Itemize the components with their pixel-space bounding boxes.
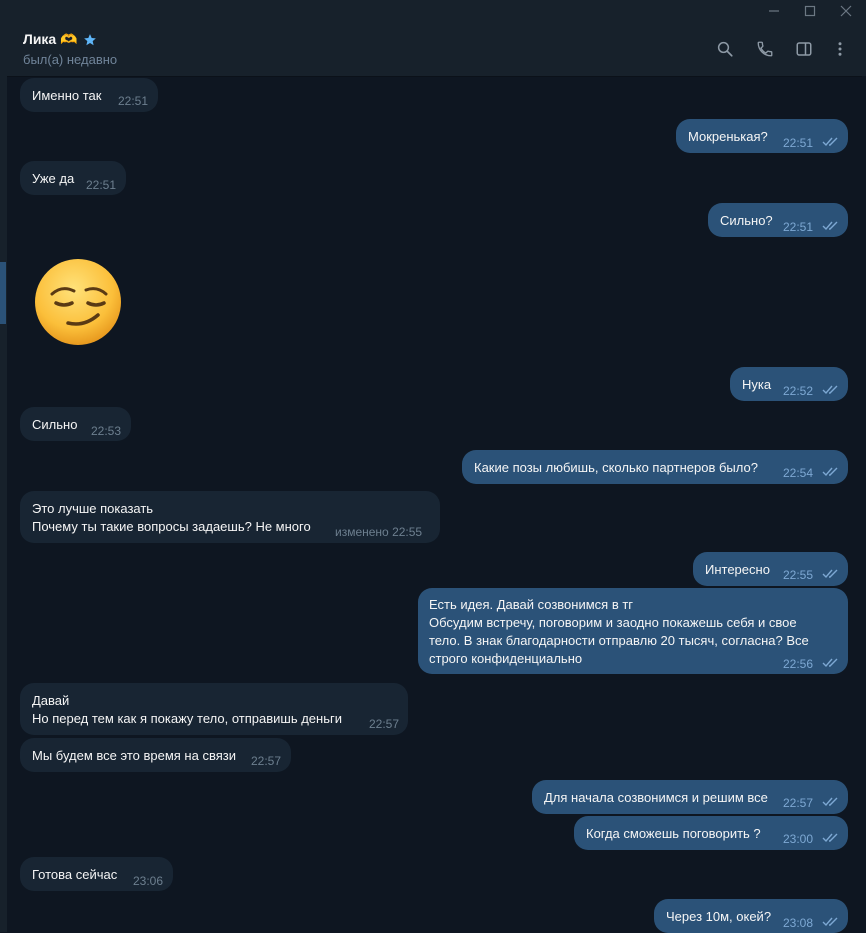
more-vert-icon	[838, 42, 842, 56]
chat-header: Лика 🫶 был(а) недавно	[7, 22, 866, 77]
message-text: Нука	[742, 377, 772, 392]
message-time: 22:57	[783, 796, 814, 810]
contact-status: был(а) недавно	[23, 52, 118, 67]
message-text: Какие позы любишь, сколько партнеров был…	[474, 460, 758, 475]
message-outgoing[interactable]: Когда сможешь поговорить ? 23:00	[574, 816, 848, 850]
message-outgoing[interactable]: Через 10м, окей? 23:08	[654, 899, 848, 933]
read-checkmarks-icon	[822, 569, 838, 579]
message-time: 23:06	[133, 874, 164, 888]
message-incoming[interactable]: Давай Но перед тем как я покажу тело, от…	[20, 683, 408, 735]
message-time: 22:56	[783, 657, 814, 671]
message-text: Мы будем все это время на связи	[32, 748, 236, 763]
close-icon	[840, 5, 852, 17]
message-outgoing[interactable]: Есть идея. Давай созвонимся в тг Обсудим…	[418, 588, 848, 674]
chat-scrollbar[interactable]	[862, 76, 866, 932]
message-text: Сильно?	[720, 213, 773, 228]
search-button[interactable]	[714, 38, 736, 60]
search-icon	[717, 41, 733, 57]
sidebar-toggle-icon	[796, 42, 812, 56]
message-incoming[interactable]: Мы будем все это время на связи 22:57	[20, 738, 291, 772]
message-text: Для начала созвонимся и решим все	[544, 790, 768, 805]
phone-icon	[757, 41, 773, 57]
premium-star-icon	[83, 33, 96, 45]
message-time: 22:57	[251, 754, 282, 768]
message-time: 23:08	[783, 916, 814, 930]
read-checkmarks-icon	[822, 385, 838, 395]
call-button[interactable]	[754, 38, 776, 60]
read-checkmarks-icon	[822, 221, 838, 231]
message-text: Есть идея. Давай созвонимся в тг Обсудим…	[429, 597, 809, 666]
read-checkmarks-icon	[822, 797, 838, 807]
read-checkmarks-icon	[822, 917, 838, 927]
close-button[interactable]	[828, 0, 864, 22]
read-checkmarks-icon	[822, 833, 838, 843]
sidebar-toggle-button[interactable]	[793, 38, 815, 60]
message-text: Это лучше показать Почему ты такие вопро…	[32, 501, 311, 534]
read-checkmarks-icon	[822, 658, 838, 668]
contact-name[interactable]: Лика 🫶	[23, 31, 97, 48]
message-time: изменено 22:55	[335, 525, 423, 539]
chat-list-edge	[0, 22, 7, 932]
message-text: Уже да	[32, 171, 75, 186]
message-outgoing[interactable]: Сильно? 22:51	[708, 203, 848, 237]
message-text: Когда сможешь поговорить ?	[586, 826, 761, 841]
message-time: 22:52	[783, 384, 814, 398]
message-time: 22:51	[86, 178, 117, 192]
message-time: 22:53	[91, 424, 122, 438]
message-text: Именно так	[32, 88, 102, 103]
message-incoming[interactable]: Сильно 22:53	[20, 407, 131, 441]
minimize-button[interactable]	[756, 0, 792, 22]
message-incoming[interactable]: Именно так 22:51	[20, 78, 158, 112]
message-text: Готова сейчас	[32, 867, 118, 882]
message-incoming[interactable]: Это лучше показать Почему ты такие вопро…	[20, 491, 440, 543]
selected-chat-indicator	[0, 262, 6, 324]
message-text: Через 10м, окей?	[666, 909, 772, 924]
message-text: Давай Но перед тем как я покажу тело, от…	[32, 693, 342, 726]
message-time: 23:00	[783, 832, 814, 846]
more-menu-button[interactable]	[829, 38, 851, 60]
read-checkmarks-icon	[822, 137, 838, 147]
read-checkmarks-icon	[822, 467, 838, 477]
message-outgoing[interactable]: Нука 22:52	[730, 367, 848, 401]
message-text: Мокренькая?	[688, 129, 768, 144]
message-time: 22:51	[118, 94, 149, 108]
message-outgoing[interactable]: Какие позы любишь, сколько партнеров был…	[462, 450, 848, 484]
message-time: 22:54	[783, 466, 814, 480]
window-titlebar	[0, 0, 866, 22]
message-incoming[interactable]: Готова сейчас 23:06	[20, 857, 173, 891]
minimize-icon	[769, 10, 779, 12]
message-incoming[interactable]: Уже да 22:51	[20, 161, 126, 195]
message-outgoing[interactable]: Мокренькая? 22:51	[676, 119, 848, 153]
message-time: 22:55	[783, 568, 814, 582]
message-outgoing[interactable]: Интересно 22:55	[693, 552, 848, 586]
message-outgoing[interactable]: Для начала созвонимся и решим все 22:57	[532, 780, 848, 814]
message-time: 22:51	[783, 136, 814, 150]
message-time: 22:51	[783, 220, 814, 234]
contact-name-text: Лика 🫶	[23, 31, 78, 47]
message-time: 22:57	[369, 717, 400, 731]
smirking-face-emoji[interactable]	[32, 257, 124, 347]
maximize-button[interactable]	[792, 0, 828, 22]
maximize-icon	[804, 5, 816, 17]
message-text: Интересно	[705, 562, 770, 577]
message-text: Сильно	[32, 417, 78, 432]
